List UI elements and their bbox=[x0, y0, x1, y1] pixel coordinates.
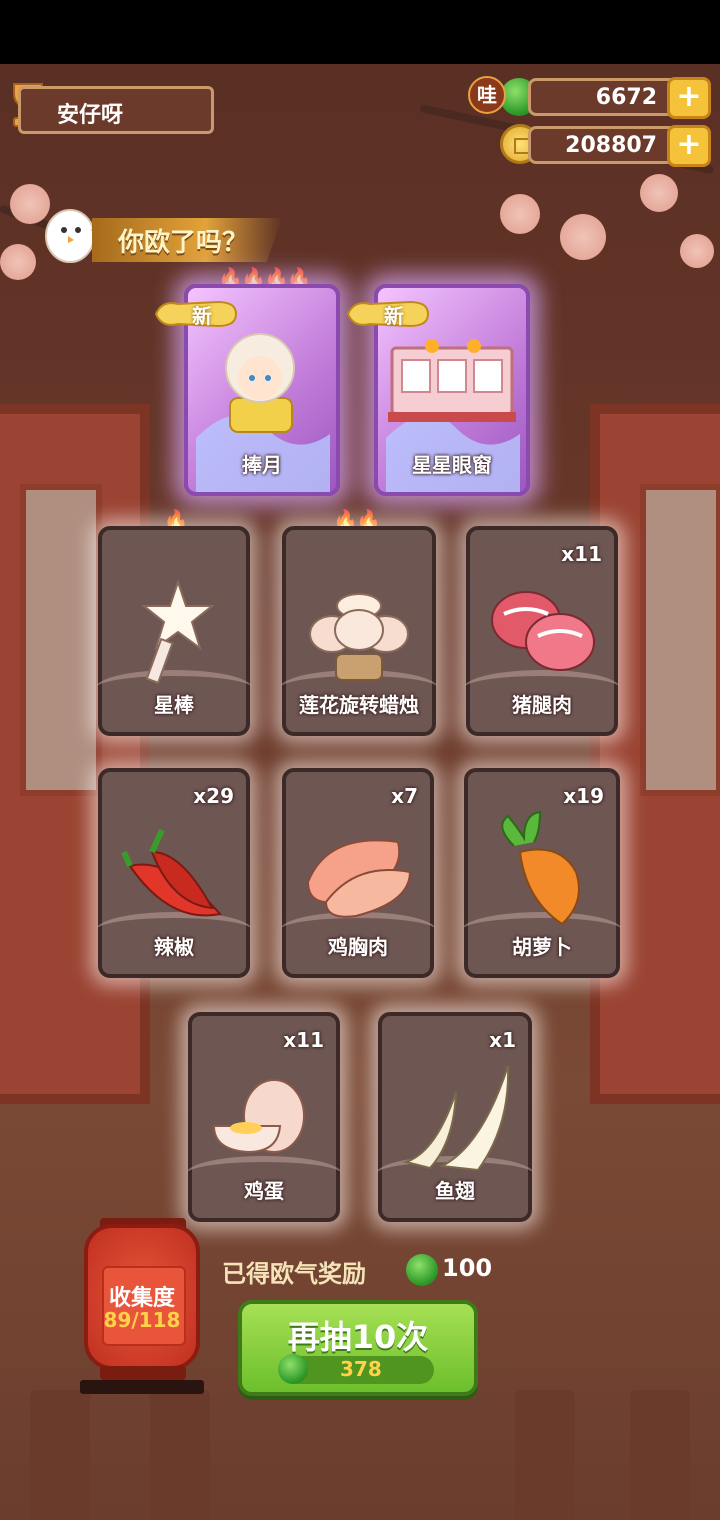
reward-card-lotus-candle[interactable]: 莲花旋转蜡烛 bbox=[280, 526, 438, 736]
coin-balance: 208807 + bbox=[528, 125, 711, 167]
reward-card-carrot[interactable]: x19 胡萝卜 bbox=[462, 768, 622, 978]
reward-card-egg[interactable]: x11 鸡蛋 bbox=[186, 1012, 342, 1222]
draw-button-label: 再抽10次 bbox=[287, 1318, 429, 1356]
jade-icon bbox=[406, 1254, 438, 1286]
draw-cost-pill: 378 bbox=[278, 1354, 434, 1384]
new-badge: 新 bbox=[152, 294, 238, 334]
collection-lantern[interactable]: 收集度 89/118 bbox=[84, 1224, 200, 1370]
card-label: 莲花旋转蜡烛 bbox=[299, 693, 419, 717]
right-door bbox=[590, 404, 720, 1104]
jade-value: 6672 bbox=[595, 85, 657, 110]
reward-card-chicken-breast[interactable]: x7 鸡胸肉 bbox=[280, 768, 436, 978]
card-label: 胡萝卜 bbox=[512, 935, 572, 959]
collection-progress: 89/118 bbox=[103, 1308, 181, 1332]
lantern-stand bbox=[80, 1380, 204, 1394]
card-label: 鸡蛋 bbox=[244, 1179, 284, 1203]
card-label: 猪腿肉 bbox=[512, 693, 572, 717]
add-coin-button[interactable]: + bbox=[667, 125, 711, 167]
jade-icon bbox=[278, 1354, 308, 1384]
jade-tag: 哇 bbox=[468, 76, 506, 114]
draw-cost: 378 bbox=[340, 1357, 382, 1381]
lantern-base bbox=[100, 1366, 186, 1380]
new-badge: 新 bbox=[344, 294, 430, 334]
player-name: 安仔呀 bbox=[57, 103, 124, 128]
status-bar bbox=[0, 0, 720, 64]
card-label: 星棒 bbox=[154, 693, 194, 717]
reward-card-pork-leg[interactable]: x11 猪腿肉 bbox=[464, 526, 620, 736]
card-label: 星星眼窗 bbox=[412, 453, 492, 477]
banner-text: 你欧了吗？ bbox=[118, 228, 249, 258]
card-label: 鸡胸肉 bbox=[328, 935, 388, 959]
card-label: 捧月 bbox=[242, 453, 282, 477]
reward-card-chili[interactable]: x29 辣椒 bbox=[96, 768, 252, 978]
jade-balance: 6672 + bbox=[528, 77, 711, 119]
coin-value: 208807 bbox=[565, 133, 657, 158]
card-label: 辣椒 bbox=[154, 935, 194, 959]
reward-value: 100 bbox=[442, 1254, 493, 1282]
player-name-tag[interactable]: 安仔呀 bbox=[18, 86, 214, 134]
add-jade-button[interactable]: + bbox=[667, 77, 711, 119]
card-label: 鱼翅 bbox=[435, 1179, 475, 1203]
draw-again-button[interactable]: 再抽10次 378 bbox=[238, 1300, 478, 1396]
reward-text: 已得欧气奖励 bbox=[222, 1260, 366, 1288]
left-door bbox=[0, 404, 150, 1104]
reward-card-star-wand[interactable]: 星棒 bbox=[96, 526, 252, 736]
reward-card-shark-fin[interactable]: x1 鱼翅 bbox=[376, 1012, 534, 1222]
